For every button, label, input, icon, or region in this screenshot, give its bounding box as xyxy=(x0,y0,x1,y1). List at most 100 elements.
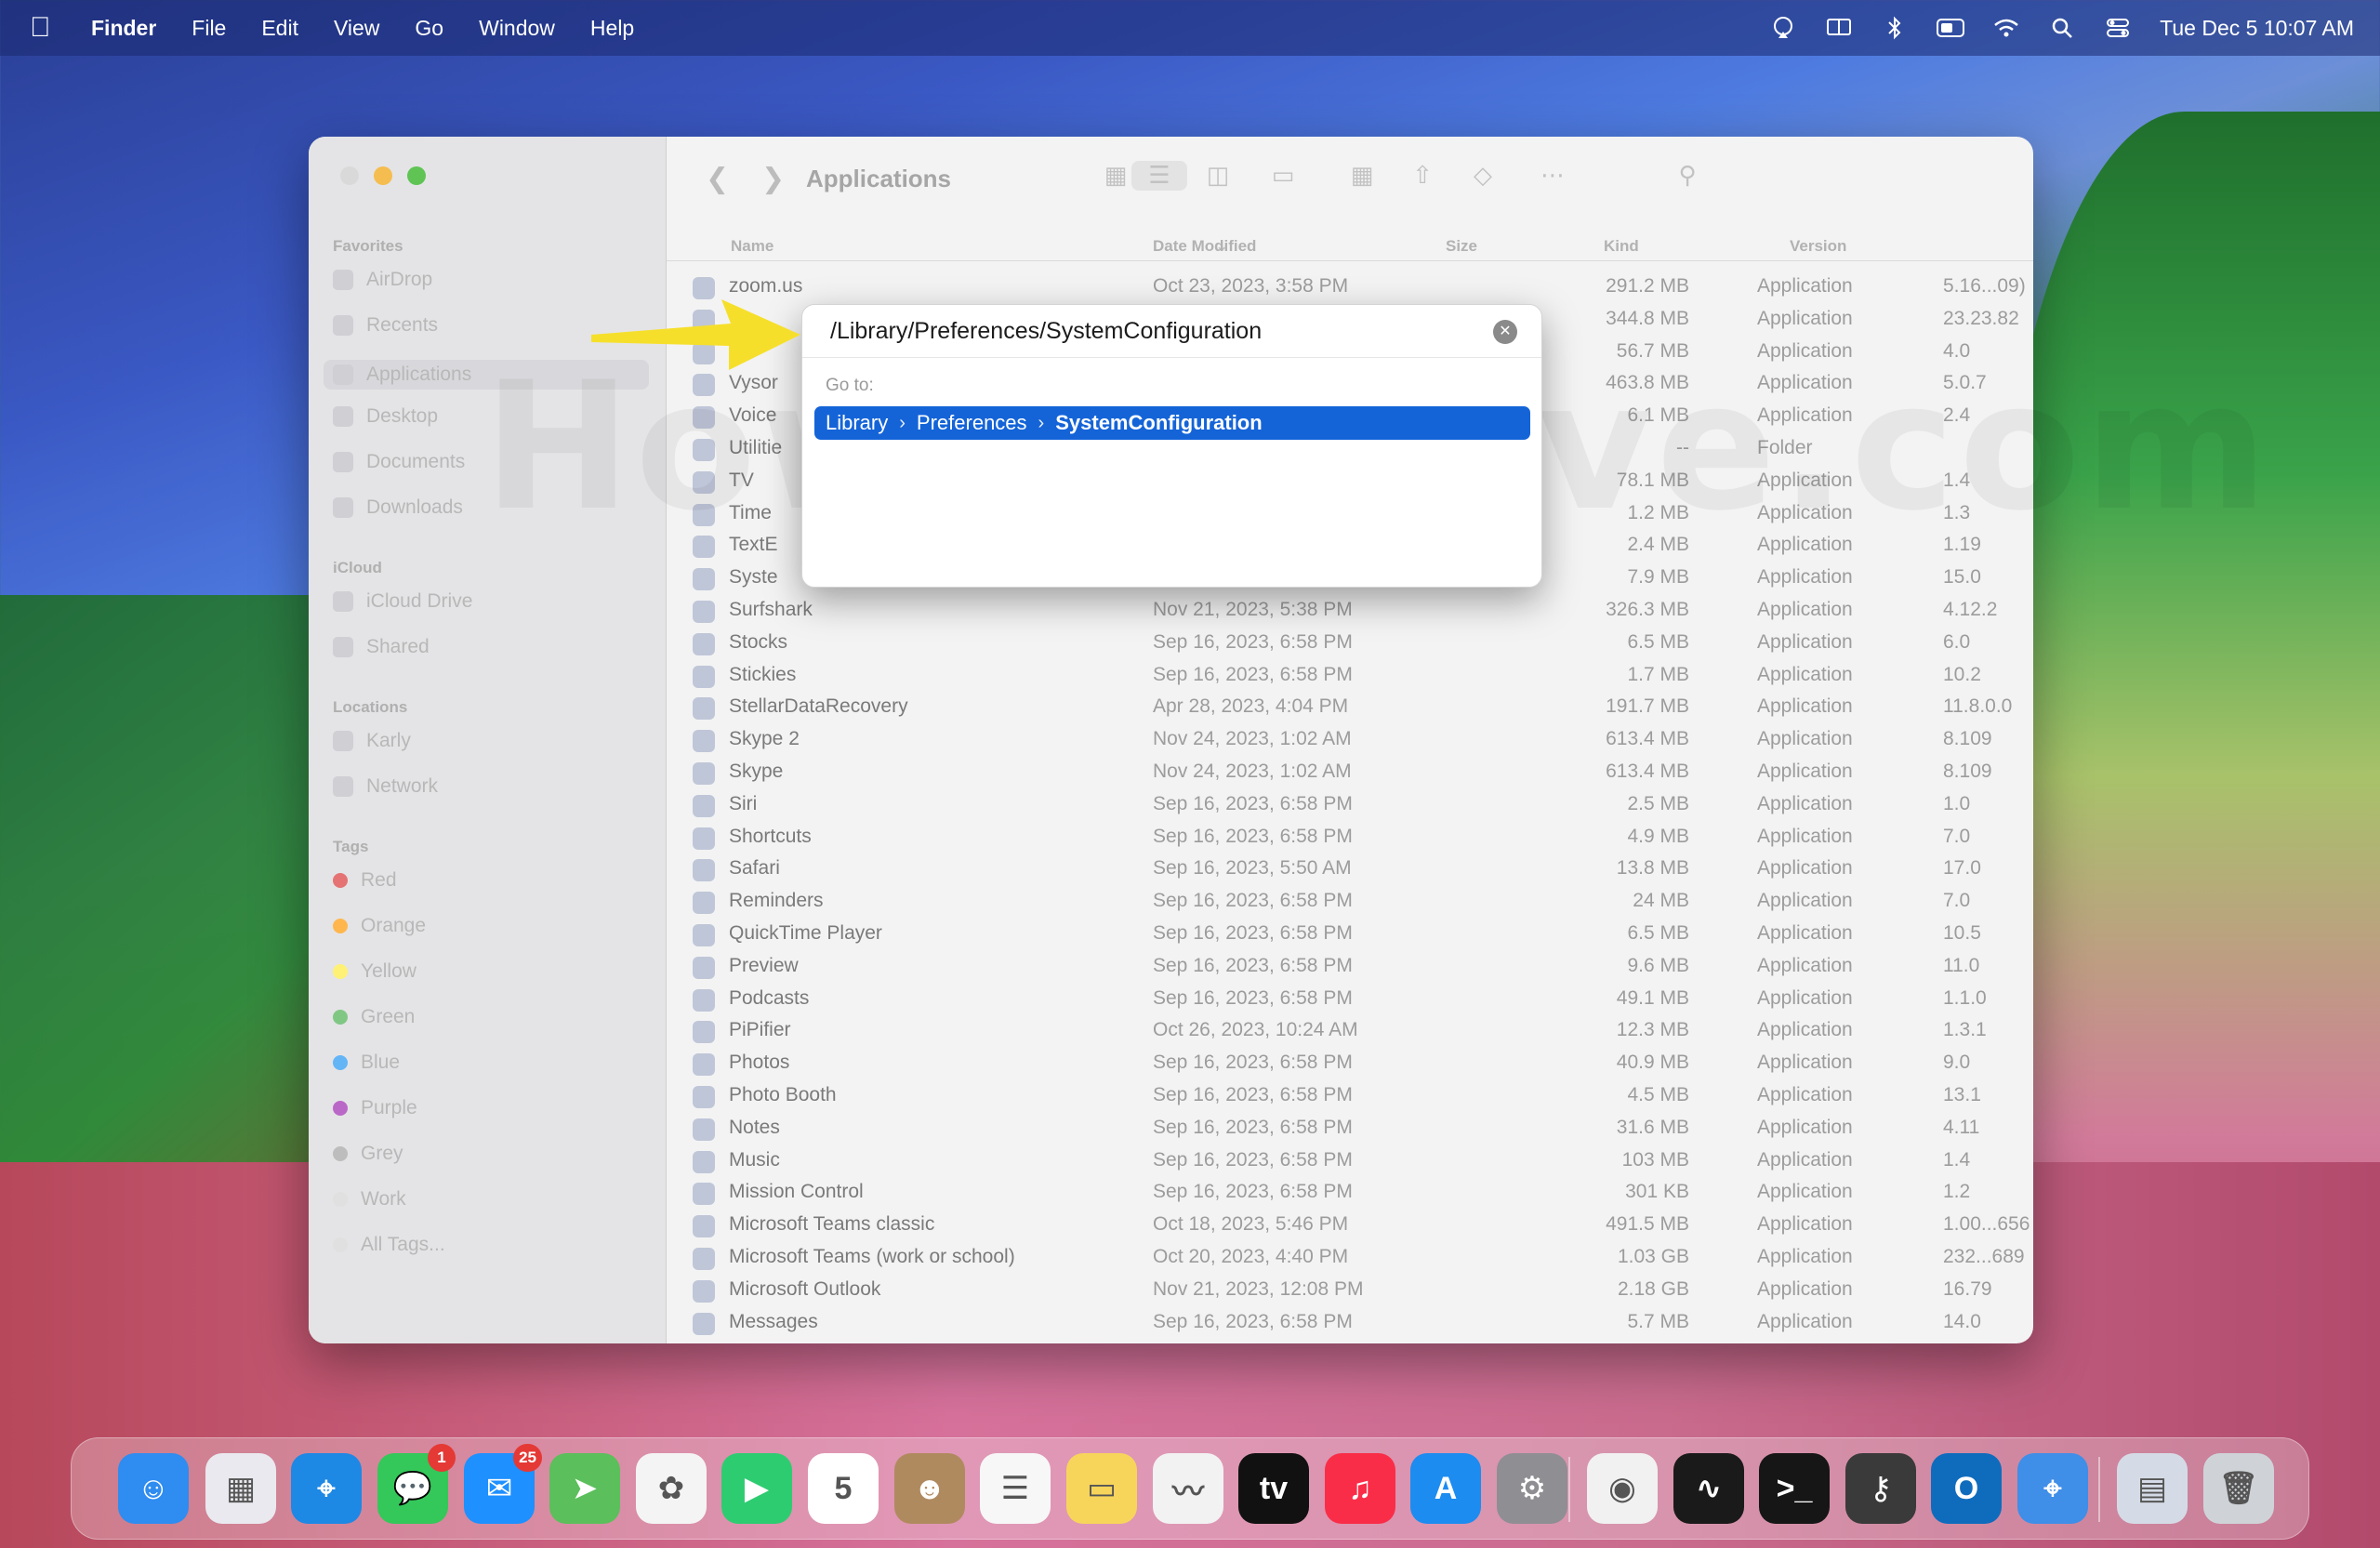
sidebar-item[interactable]: Blue xyxy=(333,1052,400,1074)
icon-view-icon[interactable]: ▦ xyxy=(1099,161,1132,191)
table-row[interactable]: Safari Sep 16, 2023, 5:50 AM 13.8 MB Applic… xyxy=(667,853,2033,886)
table-row[interactable]: PiPifier Oct 26, 2023, 10:24 AM 12.3 MB App… xyxy=(667,1015,2033,1048)
table-row[interactable]: Podcasts Sep 16, 2023, 6:58 PM 49.1 MB Appl… xyxy=(667,984,2033,1016)
goto-suggestion[interactable]: Library › Preferences › SystemConfigurat… xyxy=(814,406,1530,440)
downloads-stack-icon[interactable]: ▤ xyxy=(2117,1453,2188,1524)
app-store-icon[interactable]: A xyxy=(1410,1453,1481,1524)
sidebar-item[interactable]: Orange xyxy=(333,915,426,937)
table-row[interactable]: QuickTime Player Sep 16, 2023, 6:58 PM 6.5… xyxy=(667,919,2033,951)
minimize-button[interactable] xyxy=(374,166,392,185)
table-row[interactable]: Photos Sep 16, 2023, 6:58 PM 40.9 MB Applic… xyxy=(667,1048,2033,1080)
sidebar-item[interactable]: Documents xyxy=(333,451,465,473)
reminders-icon[interactable]: ☰ xyxy=(980,1453,1051,1524)
group-icon[interactable]: ▦ xyxy=(1345,161,1379,191)
wifi-icon[interactable] xyxy=(1992,16,2020,40)
sidebar-item[interactable]: AirDrop xyxy=(333,269,432,291)
table-row[interactable]: Skype 2 Nov 24, 2023, 1:02 AM 613.4 MB Appl… xyxy=(667,724,2033,757)
col-size[interactable]: Size xyxy=(1446,237,1477,256)
finder-icon[interactable]: ☺ xyxy=(118,1453,189,1524)
contacts-icon[interactable]: ☻ xyxy=(894,1453,965,1524)
trash-icon[interactable]: 🗑 xyxy=(2203,1453,2274,1524)
menu-file[interactable]: File xyxy=(192,16,226,41)
sidebar-item[interactable]: Red xyxy=(333,869,397,892)
action-menu-icon[interactable]: ⋯ xyxy=(1536,161,1569,191)
apple-tv-icon[interactable]: tv xyxy=(1238,1453,1309,1524)
sidebar-item[interactable]: All Tags... xyxy=(333,1234,445,1256)
menu-clock[interactable]: Tue Dec 5 10:07 AM xyxy=(2160,16,2354,41)
table-row[interactable]: Preview Sep 16, 2023, 6:58 PM 9.6 MB Applic… xyxy=(667,951,2033,984)
table-row[interactable]: Notes Sep 16, 2023, 6:58 PM 31.6 MB Applica… xyxy=(667,1113,2033,1145)
table-row[interactable]: Microsoft Teams (work or school) Oct 20, … xyxy=(667,1242,2033,1275)
share-icon[interactable]: ⇧ xyxy=(1406,161,1439,191)
table-row[interactable]: Mission Control Sep 16, 2023, 6:58 PM 301 … xyxy=(667,1177,2033,1210)
finder-search-icon[interactable]: ⚲ xyxy=(1671,161,1704,191)
music-icon[interactable]: ♫ xyxy=(1325,1453,1395,1524)
menu-view[interactable]: View xyxy=(334,16,379,41)
table-row[interactable]: Microsoft Teams classic Oct 18, 2023, 5:4… xyxy=(667,1210,2033,1242)
safari-technology-icon[interactable]: ⌖ xyxy=(2017,1453,2088,1524)
keychain-icon[interactable]: ⚷ xyxy=(1845,1453,1916,1524)
messages-icon[interactable]: 💬 1 xyxy=(377,1444,456,1524)
gallery-view-icon[interactable]: ▭ xyxy=(1266,161,1300,191)
terminal-icon[interactable]: >_ xyxy=(1759,1453,1830,1524)
facetime-icon[interactable]: ▶ xyxy=(721,1453,792,1524)
col-version[interactable]: Version xyxy=(1790,237,1846,256)
activity-monitor-icon[interactable]: ∿ xyxy=(1673,1453,1744,1524)
sidebar-item[interactable]: Desktop xyxy=(333,405,438,428)
tag-icon[interactable]: ◇ xyxy=(1466,161,1500,191)
screen-mirroring-icon[interactable] xyxy=(1825,16,1853,40)
table-row[interactable]: Stocks Sep 16, 2023, 6:58 PM 6.5 MB Applica… xyxy=(667,628,2033,660)
menu-edit[interactable]: Edit xyxy=(261,16,298,41)
menu-window[interactable]: Window xyxy=(479,16,555,41)
clear-icon[interactable]: ✕ xyxy=(1493,320,1517,344)
battery-icon[interactable] xyxy=(1937,16,1965,40)
chrome-icon[interactable]: ◉ xyxy=(1587,1453,1658,1524)
safari-icon[interactable]: ⌖ xyxy=(291,1453,362,1524)
launchpad-icon[interactable]: ▦ xyxy=(205,1453,276,1524)
table-row[interactable]: Messages Sep 16, 2023, 6:58 PM 5.7 MB Appli… xyxy=(667,1307,2033,1340)
mail-icon[interactable]: ✉ 25 xyxy=(464,1444,542,1524)
forward-button[interactable]: ❯ xyxy=(761,163,785,195)
goto-path-input[interactable]: /Library/Preferences/SystemConfiguration xyxy=(830,318,1262,345)
zoom-button[interactable] xyxy=(407,166,426,185)
col-kind[interactable]: Kind xyxy=(1604,237,1639,256)
sidebar-item[interactable]: Recents xyxy=(333,314,438,337)
sidebar-item[interactable]: Yellow xyxy=(333,960,416,983)
outlook-icon[interactable]: O xyxy=(1931,1453,2002,1524)
menu-go[interactable]: Go xyxy=(415,16,443,41)
table-row[interactable]: Photo Booth Sep 16, 2023, 6:58 PM 4.5 MB Ap… xyxy=(667,1080,2033,1113)
sidebar-item[interactable]: Grey xyxy=(333,1143,403,1165)
table-row[interactable]: Shortcuts Sep 16, 2023, 6:58 PM 4.9 MB Appl… xyxy=(667,822,2033,854)
control-center-icon[interactable] xyxy=(2104,16,2132,40)
list-view-icon[interactable]: ☰ xyxy=(1131,161,1187,191)
col-name[interactable]: Name xyxy=(731,237,774,256)
bluetooth-icon[interactable] xyxy=(1881,16,1909,40)
notes-icon[interactable]: ▭ xyxy=(1066,1453,1137,1524)
table-row[interactable]: Stickies Sep 16, 2023, 6:58 PM 1.7 MB Appli… xyxy=(667,660,2033,693)
sidebar-item[interactable]: Purple xyxy=(333,1097,417,1119)
search-icon[interactable] xyxy=(2048,16,2076,40)
sidebar-item[interactable]: Shared xyxy=(333,636,430,658)
back-button[interactable]: ❮ xyxy=(706,163,729,195)
sidebar-item[interactable]: Downloads xyxy=(333,496,463,519)
table-row[interactable]: zoom.us Oct 23, 2023, 3:58 PM 291.2 MB Appl… xyxy=(667,271,2033,304)
apple-menu-icon[interactable]:  xyxy=(30,12,56,44)
app-menu[interactable]: Finder xyxy=(91,16,156,41)
column-view-icon[interactable]: ◫ xyxy=(1201,161,1235,191)
menu-help[interactable]: Help xyxy=(590,16,634,41)
maps-icon[interactable]: ➤ xyxy=(549,1453,620,1524)
col-date[interactable]: Date Modified xyxy=(1153,237,1256,256)
airplay-icon[interactable] xyxy=(1769,16,1797,40)
system-settings-icon[interactable]: ⚙ xyxy=(1497,1453,1567,1524)
sidebar-item[interactable]: iCloud Drive xyxy=(333,590,472,613)
calendar-icon[interactable]: 5 xyxy=(808,1453,879,1524)
photos-icon[interactable]: ✿ xyxy=(636,1453,707,1524)
table-row[interactable]: Siri Sep 16, 2023, 6:58 PM 2.5 MB Applicati… xyxy=(667,789,2033,822)
table-row[interactable]: Music Sep 16, 2023, 6:58 PM 103 MB Applicat… xyxy=(667,1145,2033,1178)
sidebar-item[interactable]: Work xyxy=(333,1188,406,1211)
table-row[interactable]: Skype Nov 24, 2023, 1:02 AM 613.4 MB Applic… xyxy=(667,757,2033,789)
table-row[interactable]: Reminders Sep 16, 2023, 6:58 PM 24 MB Appli… xyxy=(667,886,2033,919)
sidebar-item[interactable]: Green xyxy=(333,1006,415,1028)
freeform-icon[interactable]: 〰 xyxy=(1153,1453,1223,1524)
sidebar-item[interactable]: Network xyxy=(333,775,438,798)
